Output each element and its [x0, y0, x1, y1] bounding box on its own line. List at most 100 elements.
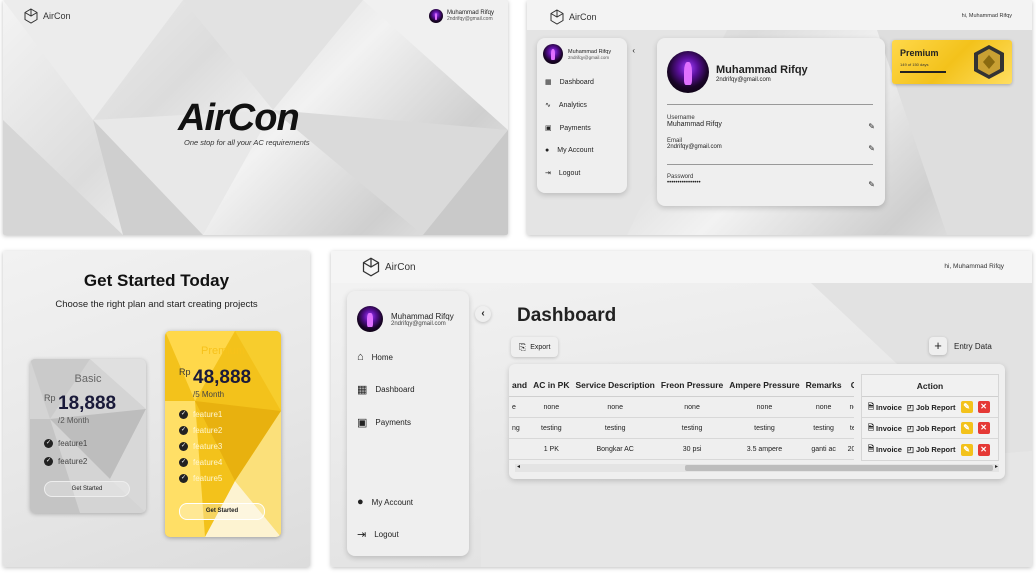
scrollbar-thumb[interactable] [685, 465, 993, 471]
delete-trash-icon[interactable]: ✕ [977, 443, 990, 456]
table-cell: Bongkar AC [572, 438, 658, 460]
sidebar-user-name: Muhammad Rifqy [391, 311, 454, 321]
feature-label: feature3 [193, 442, 223, 451]
collapse-chevron-icon[interactable]: ‹ [632, 46, 635, 55]
username-field: Username Muhammad Rifqy [667, 115, 722, 128]
divider [667, 164, 873, 165]
sidebar-item-analytics[interactable]: ∿ Analytics [545, 101, 594, 110]
action-column: Action 🗎 Invoice ◰ Job Report ✎ ✕ 🗎 Invoice… [861, 374, 999, 461]
account-icon: ● [357, 496, 364, 508]
feature-label: feature1 [193, 410, 223, 419]
premium-feature-1: ✓ feature1 [179, 410, 222, 419]
dashboard-icon: ▦ [357, 384, 368, 396]
scroll-right-arrow-icon[interactable]: ▸ [995, 463, 998, 470]
table-cell: 3.5 ampere [726, 438, 803, 460]
dashboard-icon: ▦ [545, 79, 552, 86]
data-table: and AC in PK Service Description Freon P… [509, 374, 854, 460]
email-value: 2ndrifqy@gmail.com [667, 144, 722, 150]
password-field: Password •••••••••••••••• [667, 174, 701, 186]
sidebar-item-dashboard[interactable]: ▦ Dashboard [357, 383, 415, 396]
sidebar-user[interactable]: Muhammad Rifqy 2ndrifqy@gmail.com [543, 44, 611, 64]
sidebar-item-label: Logout [558, 169, 581, 177]
column-header: Remarks [802, 374, 845, 397]
invoice-label: Invoice [876, 445, 902, 454]
invoice-label: Invoice [876, 402, 902, 412]
table-cell: testing [657, 417, 727, 439]
payments-icon: ▣ [545, 125, 552, 132]
table-row: 1 PK Bongkar AC 30 psi 3.5 ampere ganti … [509, 438, 854, 460]
premium-get-started-button[interactable]: Get Started [179, 503, 265, 520]
sidebar-user[interactable]: Muhammad Rifqy 2ndrifqy@gmail.com [357, 306, 454, 332]
sidebar-user-name: Muhammad Rifqy [568, 48, 612, 55]
premium-currency: Rp [179, 367, 191, 377]
divider [667, 104, 873, 105]
sidebar-item-payments[interactable]: ▣ Payments [357, 416, 415, 429]
table-cell: none [726, 396, 803, 418]
premium-feature-3: ✓ feature3 [179, 442, 222, 451]
basic-price: 18,888 [58, 393, 117, 414]
table-cell: testing [530, 417, 573, 439]
table-cell: testing [726, 417, 803, 439]
invoice-icon: 🗎 [868, 444, 875, 453]
action-row: 🗎 Invoice ◰ Job Report ✎ ✕ [862, 397, 998, 418]
edit-pencil-icon[interactable]: ✎ [960, 443, 973, 456]
basic-period: /2 Month [58, 416, 90, 425]
table-cell: none [802, 396, 845, 418]
basic-get-started-button[interactable]: Get Started [44, 481, 130, 497]
sidebar-item-my-account[interactable]: ● My Account [357, 496, 413, 508]
feature-label: feature2 [193, 426, 223, 435]
basic-currency: Rp [44, 393, 56, 403]
logo-text: AirCon [43, 11, 71, 21]
basic-feature-1: ✓ feature1 [44, 439, 87, 448]
edit-username-pencil-icon[interactable]: ✎ [868, 122, 875, 131]
pricing-panel: Get Started Today Choose the right plan … [3, 251, 310, 567]
cube-logo-icon [362, 257, 380, 277]
sidebar-item-home[interactable]: ⌂ Home [357, 351, 415, 363]
sidebar-item-my-account[interactable]: ● My Account [545, 147, 594, 154]
entry-data-button[interactable]: + Entry Data [929, 337, 992, 355]
table-row: e none none none none none noneet [509, 396, 854, 418]
delete-trash-icon[interactable]: ✕ [977, 401, 990, 413]
invoice-icon: 🗎 [868, 422, 875, 432]
account-panel: AirCon hi, Muhammad Rifqy Muhammad Rifqy… [527, 0, 1032, 235]
edit-pencil-icon[interactable]: ✎ [960, 401, 973, 413]
invoice-button[interactable]: 🗎 Invoice [868, 422, 902, 435]
job-report-button[interactable]: ◰ Job Report [907, 445, 956, 454]
home-icon: ⌂ [357, 351, 364, 363]
check-circle-icon: ✓ [44, 439, 53, 448]
invoice-button[interactable]: 🗎 Invoice [868, 401, 902, 414]
export-button[interactable]: ⎘ Export [511, 337, 559, 357]
invoice-label: Invoice [876, 423, 902, 433]
briefcase-icon: ◰ [906, 402, 914, 412]
sidebar-item-payments[interactable]: ▣ Payments [545, 124, 594, 133]
sidebar-item-dashboard[interactable]: ▦ Dashboard [545, 78, 594, 87]
basic-feature-2: ✓ feature2 [44, 457, 87, 466]
feature-label: feature2 [58, 457, 88, 466]
job-report-button[interactable]: ◰ Job Report [907, 403, 956, 412]
sidebar-item-logout[interactable]: ⇥ Logout [545, 169, 594, 178]
landing-panel: AirCon Muhammad Rifqy 2ndrifqy@gmail.com… [3, 0, 508, 235]
logo[interactable]: AirCon [361, 257, 416, 277]
scroll-left-arrow-icon[interactable]: ◂ [517, 463, 520, 470]
logo[interactable]: AirCon [23, 8, 71, 24]
action-header: Action [862, 375, 998, 397]
premium-title: Premium [900, 48, 939, 58]
sidebar-item-logout[interactable]: ⇥ Logout [357, 528, 413, 541]
action-row: 🗎 Invoice ◰ Job Report ✎ ✕ [862, 418, 998, 439]
user-chip[interactable]: Muhammad Rifqy 2ndrifqy@gmail.com [428, 9, 494, 23]
collapse-chevron-icon[interactable]: ‹ [475, 306, 491, 322]
horizontal-scrollbar[interactable]: ◂ ▸ [515, 464, 999, 472]
check-circle-icon: ✓ [179, 458, 188, 467]
job-report-button[interactable]: ◰ Job Report [907, 424, 956, 433]
edit-pencil-icon[interactable]: ✎ [960, 422, 973, 434]
edit-password-pencil-icon[interactable]: ✎ [868, 180, 875, 189]
edit-email-pencil-icon[interactable]: ✎ [868, 144, 875, 153]
logo[interactable]: AirCon [549, 9, 597, 25]
profile-name: Muhammad Rifqy [716, 64, 808, 76]
job-report-label: Job Report [915, 402, 956, 412]
invoice-button[interactable]: 🗎 Invoice [868, 443, 902, 456]
cube-logo-icon [550, 9, 564, 25]
sidebar-item-label: Dashboard [559, 78, 594, 86]
premium-progress-track [900, 71, 946, 73]
delete-trash-icon[interactable]: ✕ [977, 422, 990, 434]
